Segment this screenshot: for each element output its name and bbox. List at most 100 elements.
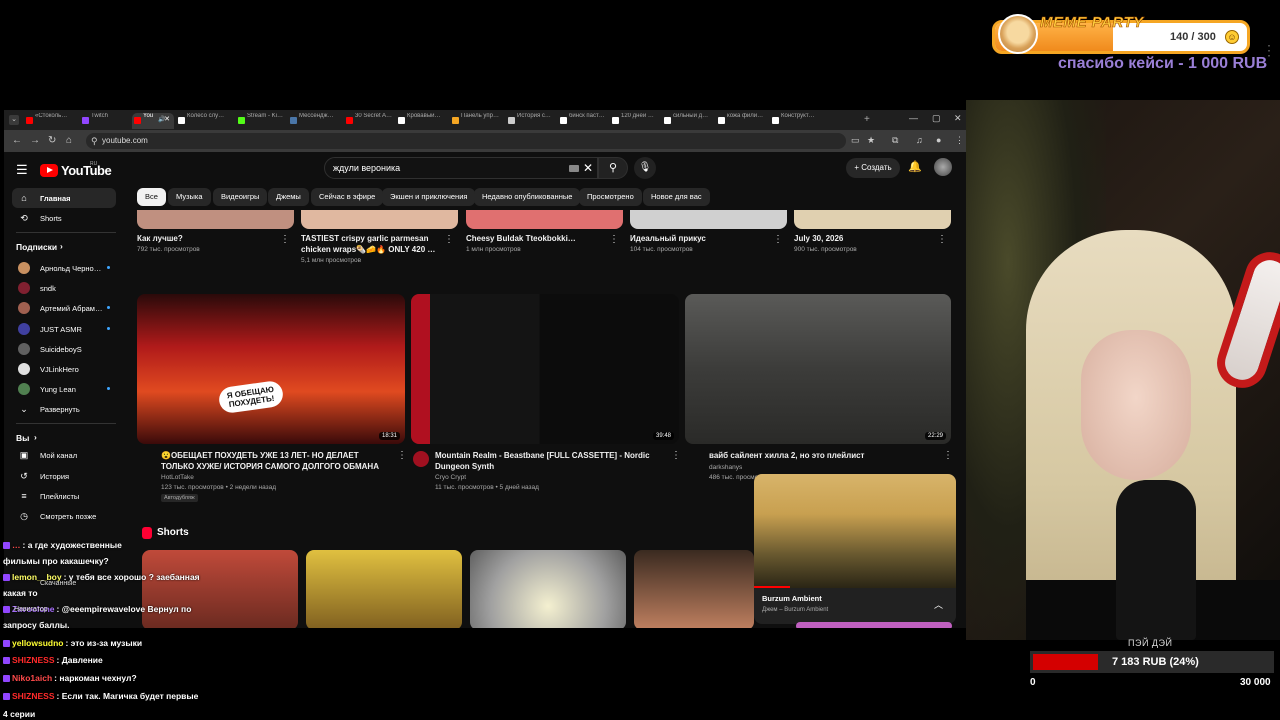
channel-name[interactable]: Cryo Crypt	[435, 473, 466, 483]
install-icon[interactable]: ▭	[851, 135, 860, 146]
media-icon[interactable]: ♫	[916, 135, 923, 145]
browser-tab[interactable]: сильный д…	[662, 113, 714, 129]
short-thumbnail[interactable]	[470, 550, 626, 628]
chevron-up-icon[interactable]: ︿	[934, 598, 943, 611]
chevron-right-icon[interactable]: ›	[34, 432, 37, 442]
mini-player[interactable]: Burzum Ambient Джем – Burzum Ambient ︿	[754, 474, 956, 624]
sidebar-subscription[interactable]: Арнольд Черно…	[12, 258, 116, 278]
mini-player-title[interactable]: Burzum Ambient	[762, 594, 822, 603]
microphone-icon[interactable]: 🎙	[634, 157, 656, 179]
site-info-icon[interactable]: ⚲	[91, 136, 98, 147]
chat-username[interactable]: SHIZNESS	[12, 655, 55, 665]
video-title[interactable]: Идеальный прикус	[630, 233, 765, 244]
mini-player-artwork[interactable]	[754, 474, 956, 588]
video-thumbnail[interactable]	[794, 210, 951, 229]
more-options-icon[interactable]: ⋮	[943, 450, 953, 461]
tab-close-icon[interactable]: ✕	[164, 115, 170, 123]
notifications-icon[interactable]: 🔔	[908, 160, 922, 173]
more-options-icon[interactable]: ⋮	[671, 450, 681, 461]
video-title[interactable]: TASTIEST crispy garlic parmesan chicken …	[301, 233, 436, 255]
sidebar-subscription[interactable]: sndk	[12, 278, 116, 298]
home-page-icon[interactable]: ⌂	[66, 135, 72, 146]
tab-list-button[interactable]: ⌄	[9, 115, 19, 125]
close-window-icon[interactable]: ✕	[954, 113, 962, 124]
more-options-icon[interactable]: ⋮	[280, 234, 290, 245]
channel-avatar[interactable]	[413, 451, 429, 467]
channel-name[interactable]: darkshanys	[709, 463, 742, 473]
youtube-logo-text[interactable]: YouTube	[61, 163, 112, 178]
video-title[interactable]: Как лучше?	[137, 233, 272, 244]
video-thumbnail[interactable]	[630, 210, 787, 229]
chip-filter[interactable]: Сейчас в эфире	[311, 188, 384, 206]
browser-tab[interactable]: Конструкт…	[770, 113, 824, 129]
url-field[interactable]: ⚲ youtube.com	[86, 133, 846, 149]
sidebar-expand[interactable]: ⌄ Развернуть	[12, 399, 116, 419]
short-thumbnail[interactable]	[142, 550, 298, 628]
browser-tab[interactable]: Stream - Ki…	[236, 113, 286, 129]
more-options-icon[interactable]: ⋮	[444, 234, 454, 245]
search-input[interactable]	[333, 163, 553, 173]
youtube-logo-icon[interactable]	[40, 164, 58, 177]
more-options-icon[interactable]: ⋮	[773, 234, 783, 245]
browser-tab[interactable]: You 🔊 ✕	[132, 113, 174, 129]
more-options-icon[interactable]: ⋮	[609, 234, 619, 245]
video-thumbnail[interactable]	[466, 210, 623, 229]
sidebar-subscription[interactable]: SuicideboyS	[12, 339, 116, 359]
sidebar-subscription[interactable]: JUST ASMR	[12, 319, 116, 339]
video-title[interactable]: 😮ОБЕЩАЕТ ПОХУДЕТЬ УЖЕ 13 ЛЕТ- НО ДЕЛАЕТ …	[161, 450, 389, 472]
back-icon[interactable]: ←	[12, 135, 22, 146]
sidebar-item-watch-later[interactable]: ◷ Смотреть позже	[12, 506, 116, 526]
menu-icon[interactable]: ☰	[16, 162, 28, 178]
browser-tab[interactable]: кожа фили…	[716, 113, 768, 129]
search-button[interactable]: ⚲	[598, 157, 628, 179]
chat-username[interactable]: …	[12, 540, 21, 550]
chat-username[interactable]: yellowsudno	[12, 638, 63, 648]
browser-tab[interactable]: Мессендж…	[288, 113, 342, 129]
browser-tab[interactable]: бинск паст…	[558, 113, 608, 129]
subscriptions-heading[interactable]: Подписки	[16, 242, 57, 252]
short-thumbnail[interactable]	[634, 550, 754, 628]
sidebar-subscription[interactable]: Yung Lean	[12, 379, 116, 399]
bookmark-star-icon[interactable]: ★	[867, 135, 875, 146]
channel-name[interactable]: HotLotTake	[161, 473, 194, 483]
video-title[interactable]: Mountain Realm - Beastbane [FULL CASSETT…	[435, 450, 663, 472]
create-button[interactable]: + Создать	[846, 158, 900, 178]
reload-icon[interactable]: ↻	[48, 135, 56, 146]
mini-player-progress[interactable]	[754, 586, 790, 588]
browser-tab[interactable]: Колесо слу…	[176, 113, 234, 129]
chip-filter[interactable]: Музыка	[168, 188, 211, 206]
keyboard-icon[interactable]	[569, 165, 579, 172]
video-title[interactable]: Cheesy Buldak Tteokbokki…	[466, 233, 601, 244]
clear-search-icon[interactable]: ✕	[583, 161, 593, 175]
browser-tab[interactable]: Twitch	[80, 113, 130, 129]
video-thumbnail[interactable]: 18:31 Я ОБЕЩАЮ ПОХУДЕТЬ!	[137, 294, 405, 444]
sidebar-item-shorts[interactable]: ⟲ Shorts	[12, 208, 116, 228]
forward-icon[interactable]: →	[30, 135, 40, 146]
sidebar-subscription[interactable]: Артемий Абрам…	[12, 298, 116, 318]
search-box[interactable]: ✕	[324, 157, 598, 179]
sidebar-subscription[interactable]: VJLinkHero	[12, 359, 116, 379]
maximize-icon[interactable]: ▢	[932, 113, 941, 124]
more-options-icon[interactable]: ⋮	[397, 450, 407, 461]
avatar[interactable]	[934, 158, 952, 176]
sidebar-item-playlists[interactable]: ≡ Плейлисты	[12, 486, 116, 506]
chip-filter[interactable]: Джемы	[268, 188, 309, 206]
new-tab-button[interactable]: +	[864, 114, 870, 125]
video-thumbnail[interactable]: 22:29	[685, 294, 951, 444]
short-thumbnail[interactable]	[796, 622, 952, 628]
chat-username[interactable]: SHIZNESS	[12, 691, 55, 701]
short-thumbnail[interactable]	[306, 550, 462, 628]
minimize-icon[interactable]: —	[909, 113, 918, 123]
chip-filter[interactable]: Недавно опубликованные	[474, 188, 581, 206]
video-title[interactable]: вайб сайлент хилла 2, но это плейлист	[709, 450, 935, 461]
sidebar-item-history[interactable]: ↺ История	[12, 466, 116, 486]
chip-filter[interactable]: Новое для вас	[643, 188, 710, 206]
chip-filter[interactable]: Экшен и приключения	[382, 188, 476, 206]
browser-tab[interactable]: История с…	[506, 113, 556, 129]
chevron-right-icon[interactable]: ›	[60, 241, 63, 251]
sidebar-item-channel[interactable]: ▣ Мой канал	[12, 445, 116, 465]
video-thumbnail[interactable]: 39:48	[411, 294, 679, 444]
profile-icon[interactable]: ●	[936, 135, 941, 145]
browser-tab[interactable]: Кровавый…	[396, 113, 448, 129]
extensions-icon[interactable]: ⧉	[892, 135, 898, 146]
